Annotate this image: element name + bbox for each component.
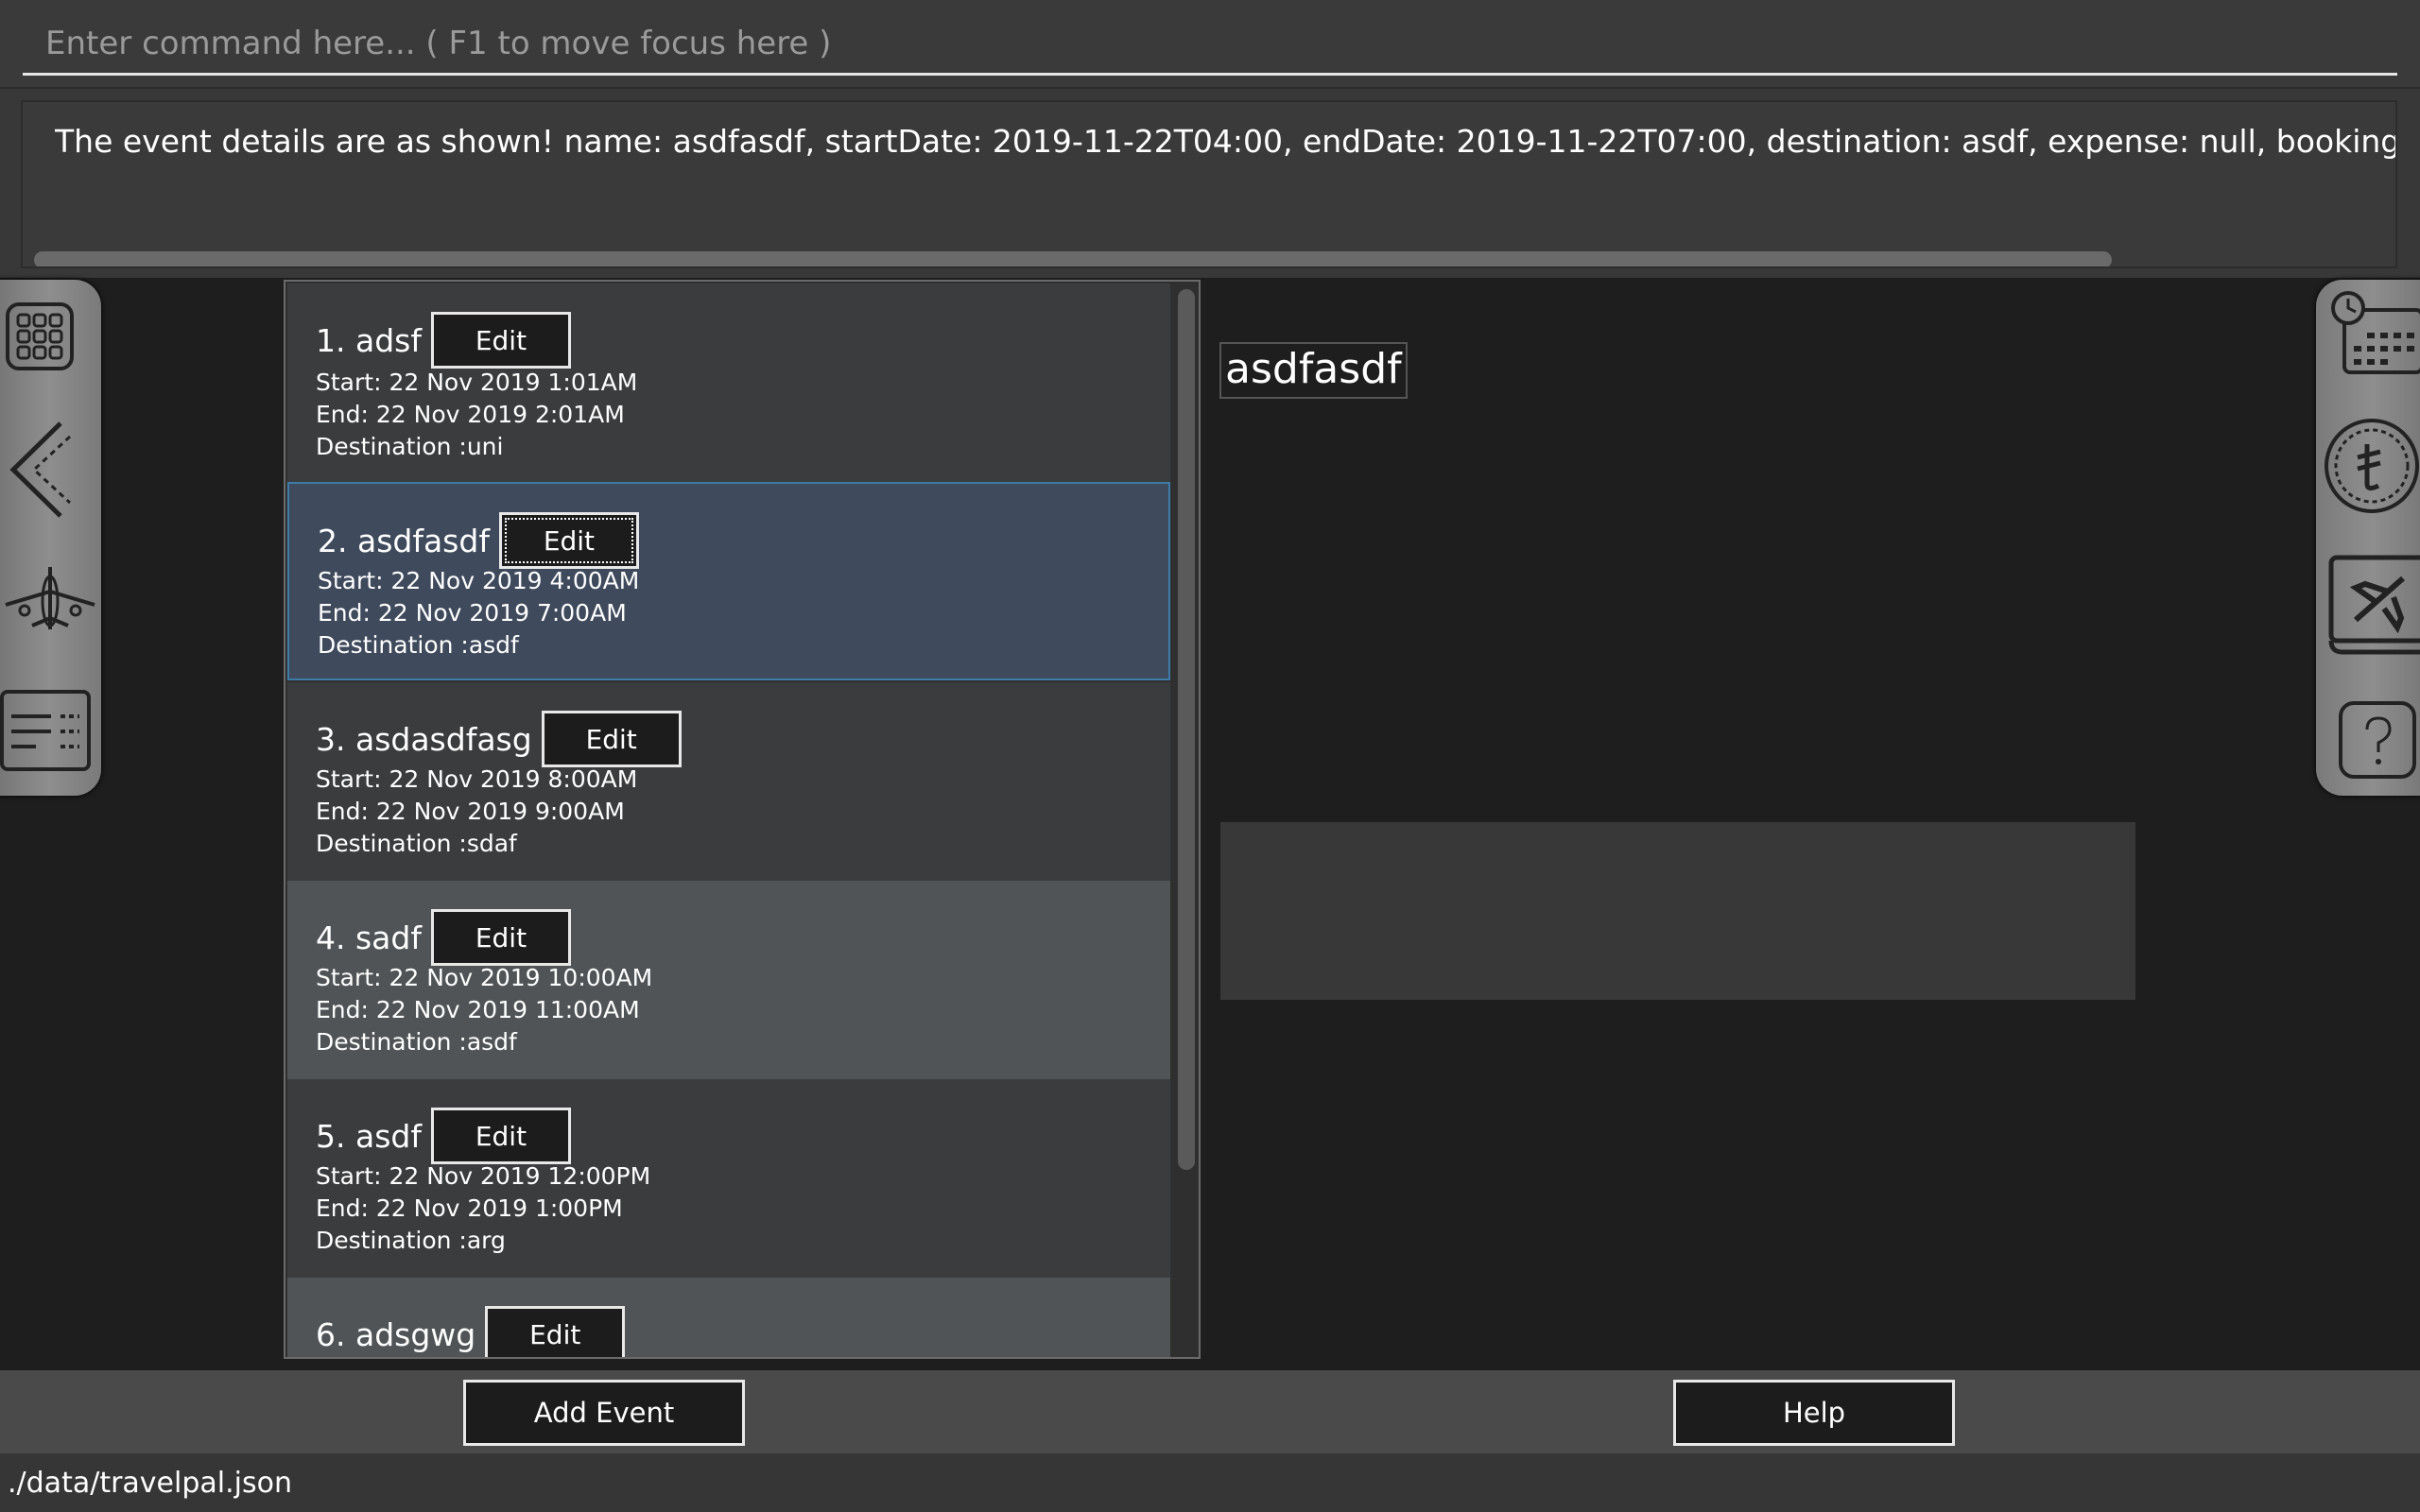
event-card-selected[interactable]: 2. asdfasdf Edit Start: 22 Nov 2019 4:00… (287, 482, 1170, 680)
event-list-scrollbar[interactable] (1178, 289, 1195, 1170)
event-title: 3. asdasdfasg (316, 720, 532, 758)
event-end: End: 22 Nov 2019 11:00AM (316, 996, 640, 1023)
event-end: End: 22 Nov 2019 9:00AM (316, 798, 625, 825)
edit-button[interactable]: Edit (498, 512, 639, 569)
data-file-path: ./data/travelpal.json (8, 1467, 292, 1500)
left-navigation-bar (0, 280, 101, 796)
airplane-icon[interactable] (0, 563, 102, 633)
command-input[interactable] (23, 13, 2397, 76)
flight-booking-icon[interactable] (2327, 554, 2420, 658)
event-title: 1. adsf (316, 321, 422, 359)
event-start: Start: 22 Nov 2019 12:00PM (316, 1162, 651, 1190)
event-detail-panel (1220, 822, 2135, 1000)
grid-icon[interactable] (4, 301, 76, 372)
help-button[interactable]: Help (1673, 1380, 1955, 1446)
back-arrow-icon[interactable] (2, 418, 78, 522)
event-card[interactable]: 1. adsf Edit Start: 22 Nov 2019 1:01AM E… (287, 284, 1170, 482)
result-display-panel: The event details are as shown! name: as… (0, 89, 2420, 278)
event-destination: Destination :arg (316, 1227, 506, 1254)
event-destination: Destination :uni (316, 433, 504, 460)
result-scrollbar-thumb[interactable] (34, 251, 2112, 266)
event-end: End: 22 Nov 2019 1:00PM (316, 1194, 623, 1222)
event-detail-name: asdfasdf (1219, 342, 1408, 399)
result-horizontal-scrollbar[interactable] (34, 251, 2388, 266)
edit-button[interactable]: Edit (541, 711, 682, 767)
status-bar: ./data/travelpal.json (0, 1453, 2420, 1512)
event-title: 2. asdfasdf (318, 522, 490, 559)
event-card[interactable]: 3. asdasdfasg Edit Start: 22 Nov 2019 8:… (287, 682, 1170, 881)
event-destination: Destination :sdaf (316, 830, 517, 857)
event-title: 4. sadf (316, 919, 422, 956)
help-icon[interactable] (2337, 699, 2418, 781)
edit-button[interactable]: Edit (485, 1306, 626, 1357)
calendar-clock-icon[interactable] (2329, 289, 2420, 376)
event-end: End: 22 Nov 2019 7:00AM (318, 599, 627, 627)
edit-button[interactable]: Edit (430, 1108, 571, 1164)
event-title: 5. asdf (316, 1117, 422, 1155)
edit-button[interactable]: Edit (430, 909, 571, 966)
event-card[interactable]: 6. adsgwg Edit (287, 1278, 1170, 1357)
result-text: The event details are as shown! name: as… (55, 123, 2397, 160)
add-event-button[interactable]: Add Event (463, 1380, 745, 1446)
right-navigation-bar (2316, 280, 2420, 796)
event-start: Start: 22 Nov 2019 4:00AM (318, 567, 640, 594)
result-display: The event details are as shown! name: as… (21, 100, 2397, 268)
command-bar (0, 0, 2420, 89)
event-card[interactable]: 5. asdf Edit Start: 22 Nov 2019 12:00PM … (287, 1079, 1170, 1278)
edit-button[interactable]: Edit (430, 312, 571, 369)
event-end: End: 22 Nov 2019 2:01AM (316, 401, 625, 428)
event-card[interactable]: 4. sadf Edit Start: 22 Nov 2019 10:00AM … (287, 881, 1170, 1079)
event-list[interactable]: 1. adsf Edit Start: 22 Nov 2019 1:01AM E… (284, 280, 1201, 1359)
expense-coin-icon[interactable] (2322, 416, 2420, 516)
action-bar: Add Event Help (0, 1370, 2420, 1453)
event-start: Start: 22 Nov 2019 8:00AM (316, 765, 638, 793)
itinerary-list-icon[interactable] (0, 688, 93, 773)
event-destination: Destination :asdf (318, 631, 519, 659)
event-start: Start: 22 Nov 2019 1:01AM (316, 369, 638, 396)
event-start: Start: 22 Nov 2019 10:00AM (316, 964, 653, 991)
event-destination: Destination :asdf (316, 1028, 517, 1056)
event-title: 6. adsgwg (316, 1315, 476, 1353)
